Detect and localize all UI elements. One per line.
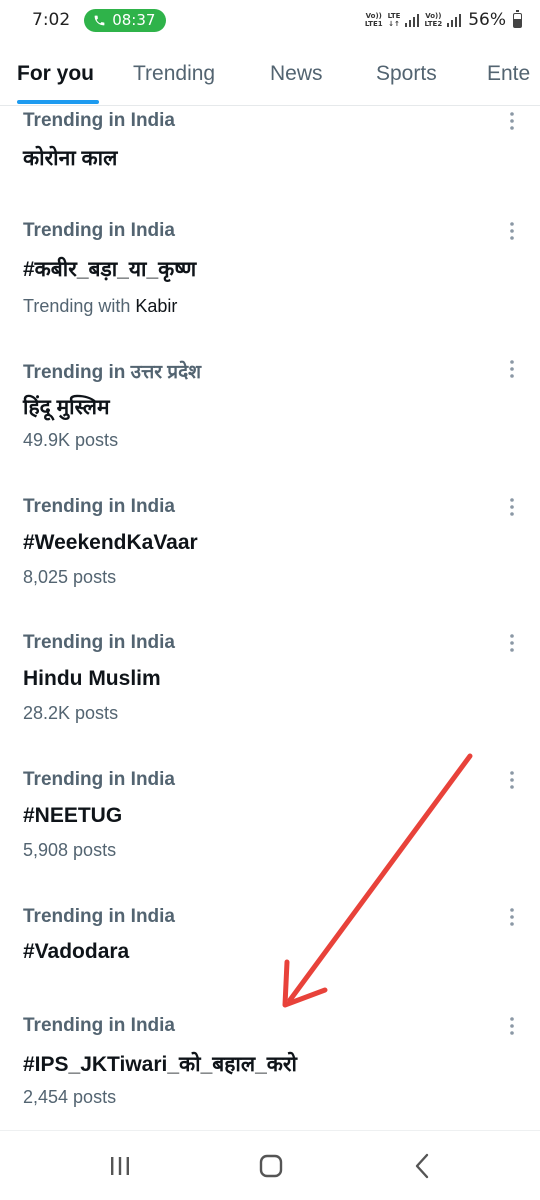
trend-post-count: 2,454 posts — [23, 1087, 117, 1107]
ongoing-call-pill[interactable]: 08:37 — [84, 8, 167, 32]
trend-title: #WeekendKaVaar — [23, 531, 198, 554]
status-icons: Vo)) LTE1 LTE ↓↑ Vo)) LTE2 56% — [364, 9, 522, 30]
trend-post-count: 28.2K posts — [23, 703, 119, 723]
more-vertical-icon[interactable] — [504, 632, 520, 654]
trend-title: #कबीर_बड़ा_या_कृष्ण — [23, 258, 197, 281]
tab-entertainment[interactable]: Ente — [487, 62, 530, 86]
status-bar: 7:02 08:37 Vo)) LTE1 LTE ↓↑ Vo)) LTE2 56… — [0, 0, 540, 40]
battery-icon — [513, 9, 522, 28]
trend-context: Trending in India — [23, 1015, 175, 1036]
trend-title: #NEETUG — [23, 804, 123, 827]
trend-title: Hindu Muslim — [23, 667, 161, 690]
trend-context: Trending in उत्तर प्रदेश — [23, 362, 202, 383]
battery-percent: 56% — [468, 10, 506, 30]
more-vertical-icon[interactable] — [504, 110, 520, 132]
more-vertical-icon[interactable] — [504, 769, 520, 791]
more-vertical-icon[interactable] — [504, 220, 520, 242]
home-icon[interactable] — [256, 1151, 286, 1181]
screen: 7:02 08:37 Vo)) LTE1 LTE ↓↑ Vo)) LTE2 56… — [0, 0, 540, 1200]
more-vertical-icon[interactable] — [504, 1015, 520, 1037]
trend-context: Trending in India — [23, 496, 175, 517]
signal-strength-icon — [405, 13, 420, 27]
back-icon[interactable] — [408, 1151, 438, 1181]
trend-title: हिंदू मुस्लिम — [23, 396, 110, 419]
trend-post-count: 5,908 posts — [23, 840, 117, 860]
trend-post-count: 49.9K posts — [23, 430, 119, 450]
system-navigation-bar — [0, 1130, 540, 1200]
tab-sports[interactable]: Sports — [376, 62, 437, 86]
trend-title: #Vadodara — [23, 940, 130, 963]
call-timer: 08:37 — [112, 11, 156, 29]
battery-fill — [514, 19, 521, 27]
trend-context: Trending in India — [23, 906, 175, 927]
trend-context: Trending in India — [23, 632, 175, 653]
sim2-volte-tag: Vo)) LTE2 — [424, 12, 443, 28]
trend-context: Trending in India — [23, 220, 175, 241]
recent-apps-icon[interactable] — [105, 1151, 135, 1181]
more-vertical-icon[interactable] — [504, 496, 520, 518]
lte-tag: LTE ↓↑ — [387, 12, 401, 28]
tab-news[interactable]: News — [270, 62, 323, 86]
sim1-volte-tag: Vo)) LTE1 — [364, 12, 383, 28]
trend-related-term: Kabir — [135, 296, 178, 316]
more-vertical-icon[interactable] — [504, 906, 520, 928]
trend-post-count: 8,025 posts — [23, 567, 117, 587]
phone-icon — [94, 15, 105, 25]
explore-tabs: For you Trending News Sports Ente — [0, 44, 540, 106]
signal-strength-icon — [447, 13, 462, 27]
tab-trending[interactable]: Trending — [133, 62, 215, 86]
active-tab-indicator — [17, 100, 99, 104]
more-vertical-icon[interactable] — [504, 358, 520, 380]
trend-title: #IPS_JKTiwari_को_बहाल_करो — [23, 1053, 297, 1076]
trend-context: Trending in India — [23, 110, 175, 131]
trend-meta: Trending with Kabir — [23, 296, 178, 316]
trend-context: Trending in India — [23, 769, 175, 790]
trend-title: कोरोना काल — [23, 147, 118, 170]
status-time: 7:02 — [32, 10, 71, 30]
tab-for-you[interactable]: For you — [17, 62, 94, 86]
